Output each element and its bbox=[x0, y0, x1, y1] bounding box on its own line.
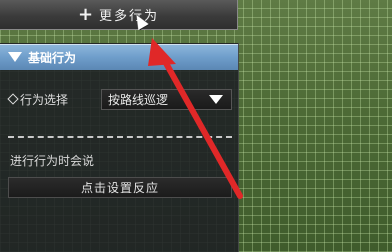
section-title: 基础行为 bbox=[28, 50, 77, 65]
basic-behavior-header[interactable]: 基础行为 bbox=[0, 44, 238, 70]
more-behaviors-label: 更多行为 bbox=[99, 9, 160, 24]
chevron-down-icon bbox=[209, 95, 223, 104]
behavior-select-label: 行为选择 bbox=[20, 92, 69, 107]
behavior-panel bbox=[0, 43, 239, 252]
plus-icon: + bbox=[77, 3, 96, 25]
divider bbox=[8, 136, 232, 138]
collapse-triangle-icon bbox=[8, 52, 22, 62]
behavior-select-value: 按路线巡逻 bbox=[108, 93, 169, 107]
diamond-bullet-icon bbox=[7, 93, 19, 105]
speak-label: 进行行为时会说 bbox=[10, 154, 95, 168]
behavior-select-dropdown[interactable]: 按路线巡逻 bbox=[101, 89, 232, 110]
set-reaction-button[interactable]: 点击设置反应 bbox=[8, 177, 232, 198]
more-behaviors-button[interactable]: + 更多行为 bbox=[0, 0, 238, 30]
